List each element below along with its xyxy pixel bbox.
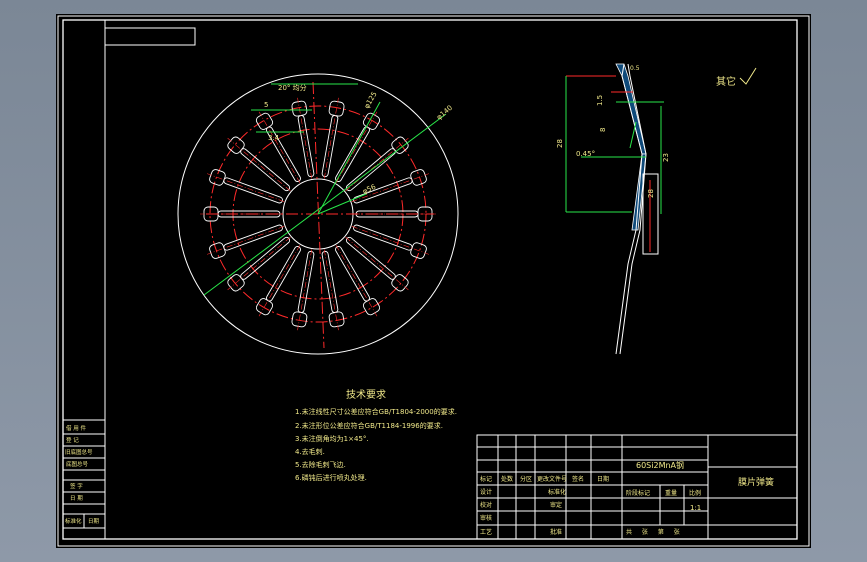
profile-line-left [615, 63, 643, 355]
dim-angle-text: 20° 均分 [278, 83, 307, 92]
vertical-centerline [312, 81, 325, 349]
dim-side-e-text: 23 [662, 153, 670, 162]
dim-side-a-text: 1.5 [596, 95, 604, 106]
row-label: 标准化 [548, 488, 566, 496]
dim-side-b-text: 8 [599, 128, 607, 132]
left-strip-label: 登 记 [66, 436, 79, 444]
dim-side-b-line [629, 121, 637, 149]
header-label: 分区 [520, 475, 532, 483]
tech-req-item: 6.磷钝后进行喷丸处理. [295, 473, 367, 482]
tech-req-item: 5.去除毛刺飞边. [295, 460, 346, 469]
dim-side-c-text: 0.45° [576, 150, 595, 158]
header-label: 签名 [572, 475, 584, 483]
surface-note-text: 其它 [716, 75, 736, 88]
outer-border [57, 15, 810, 547]
material-text: 60Si2MnA钢 [636, 460, 684, 470]
inner-border [62, 19, 798, 540]
row-label: 设计 [480, 488, 492, 496]
section-upper [615, 63, 647, 155]
weight-label: 重量 [665, 489, 677, 497]
row-label: 批准 [550, 528, 562, 536]
scale-value: 1:1 [690, 504, 701, 512]
dim-side-d-text: 28 [556, 139, 564, 148]
drawing-number-box [104, 27, 196, 46]
tech-req-item: 4.去毛刺. [295, 447, 325, 456]
dim-d2-text: φ125 [363, 90, 379, 110]
sheet-label: 共 张 第 张 [626, 528, 684, 536]
row-label: 校对 [480, 501, 492, 509]
part-name-text: 膜片弹簧 [738, 476, 774, 488]
left-strip-label: 旧底图总号 [65, 448, 93, 456]
left-strip-label: 签 字 [70, 482, 83, 490]
dim-d1-text: φ140 [435, 104, 454, 122]
left-strip-frame [62, 419, 106, 529]
tech-req-item: 2.未注形位公差应符合GB/T1184-1996的要求. [295, 421, 443, 430]
header-label: 处数 [501, 475, 513, 483]
cad-drawing: 20° 均分 φ140 φ125 φ56 5 3.4 0.5 1.5 8 0.4… [57, 15, 810, 547]
left-strip-table: 借 用 件 登 记 旧底图总号 底图总号 签 字 日 期 标准化 日期 [62, 419, 106, 529]
dim-side-g-text: 0.5 [630, 65, 640, 72]
tech-req-item: 3.未注倒角均为1×45°. [295, 434, 369, 443]
left-strip-label: 日 期 [70, 495, 83, 502]
front-view: 20° 均分 φ140 φ125 φ56 5 3.4 [177, 73, 459, 355]
row-label: 审核 [480, 514, 492, 522]
dim-d3-text: φ56 [361, 183, 377, 196]
row-label: 审定 [550, 501, 562, 509]
tech-req-item: 1.未注线性尺寸公差应符合GB/T1804-2000的要求. [295, 407, 457, 416]
left-strip-label: 借 用 件 [66, 424, 86, 432]
header-label: 更改文件号 [537, 475, 567, 483]
left-strip-label: 底图总号 [66, 460, 89, 468]
dim-line-d1 [203, 113, 447, 296]
stage-label: 阶段标记 [626, 489, 650, 497]
tech-req-title: 技术要求 [346, 388, 386, 401]
left-strip-label: 日期 [88, 518, 100, 525]
title-block: 60Si2MnA钢 膜片弹簧 标记 处数 分区 更改文件号 签名 日期 设计 标… [476, 434, 798, 540]
surface-roughness-icon [739, 67, 757, 85]
drawing-sheet: 20° 均分 φ140 φ125 φ56 5 3.4 0.5 1.5 8 0.4… [56, 14, 811, 548]
dim-w2-text: 3.4 [268, 134, 280, 142]
dim-w1-text: 5 [264, 101, 268, 109]
tech-requirements: 技术要求 1.未注线性尺寸公差应符合GB/T1804-2000的要求. 2.未注… [295, 388, 457, 482]
side-section-view: 0.5 1.5 8 0.45° 28 23 28 其它 [556, 63, 757, 355]
row-label: 工艺 [480, 528, 492, 536]
dim-side-f-text: 28 [647, 189, 655, 198]
header-label: 日期 [597, 475, 609, 483]
left-strip-label: 标准化 [65, 517, 82, 525]
header-label: 标记 [480, 475, 492, 483]
scale-label: 比例 [689, 489, 701, 497]
